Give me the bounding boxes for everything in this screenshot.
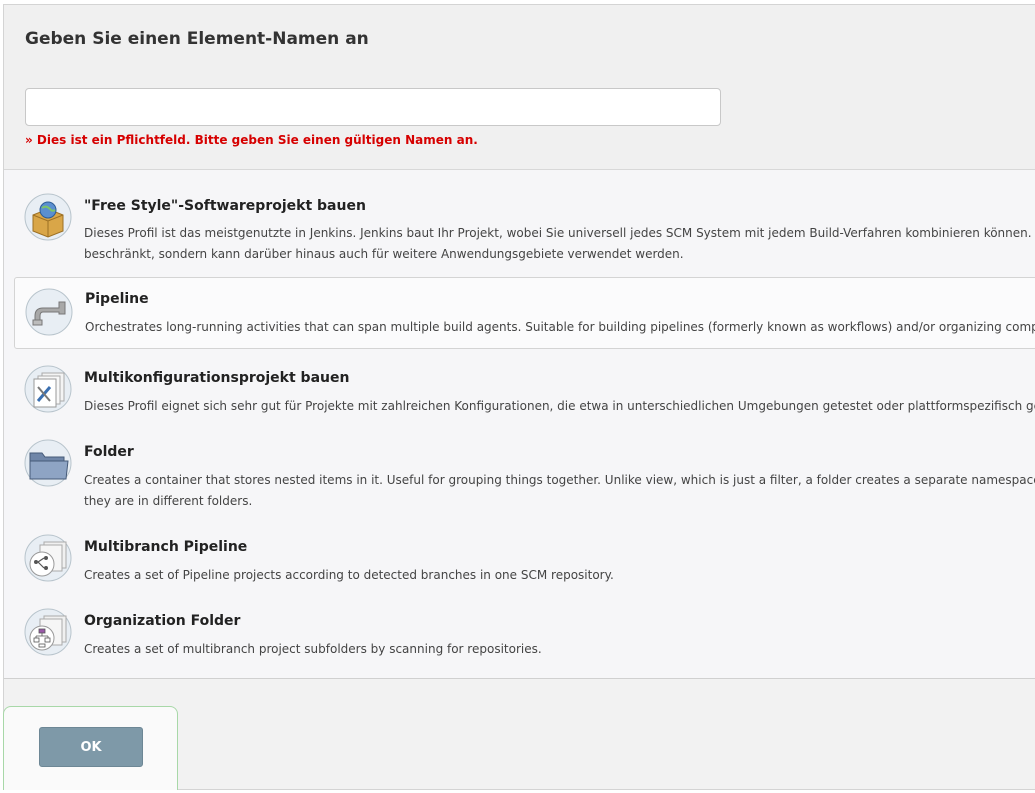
multibranch-pipeline-icon bbox=[24, 534, 72, 582]
item-description: Dieses Profil eignet sich sehr gut für P… bbox=[84, 399, 1035, 413]
item-type-multi-configuration[interactable]: Multikonfigurationsprojekt bauen Dieses … bbox=[14, 359, 1035, 425]
item-label: Folder bbox=[84, 444, 134, 460]
pipeline-icon bbox=[25, 288, 73, 336]
ok-button-container: OK bbox=[3, 706, 178, 790]
folder-icon bbox=[24, 439, 72, 487]
item-description: Orchestrates long-running activities tha… bbox=[85, 320, 1035, 334]
ok-button[interactable]: OK bbox=[39, 727, 143, 767]
item-label: Multikonfigurationsprojekt bauen bbox=[84, 370, 350, 386]
item-label: Organization Folder bbox=[84, 613, 241, 629]
item-description: they are in different folders. bbox=[84, 494, 253, 508]
item-label: Pipeline bbox=[85, 291, 149, 307]
item-description: Creates a set of multibranch project sub… bbox=[84, 642, 542, 656]
item-type-folder[interactable]: Folder Creates a container that stores n… bbox=[14, 433, 1035, 517]
freestyle-project-icon bbox=[24, 193, 72, 241]
organization-folder-icon bbox=[24, 608, 72, 656]
item-type-organization-folder[interactable]: Organization Folder Creates a set of mul… bbox=[14, 602, 1035, 668]
item-type-multibranch-pipeline[interactable]: Multibranch Pipeline Creates a set of Pi… bbox=[14, 528, 1035, 594]
item-description: Creates a set of Pipeline projects accor… bbox=[84, 568, 614, 582]
item-description: beschränkt, sondern kann darüber hinaus … bbox=[84, 247, 684, 261]
item-description: Dieses Profil ist das meistgenutzte in J… bbox=[84, 226, 1035, 240]
item-description: Creates a container that stores nested i… bbox=[84, 473, 1035, 487]
validation-error: » Dies ist ein Pflichtfeld. Bitte geben … bbox=[25, 133, 478, 147]
item-type-freestyle[interactable]: "Free Style"-Softwareprojekt bauen Diese… bbox=[14, 187, 1035, 267]
item-label: "Free Style"-Softwareprojekt bauen bbox=[84, 198, 366, 214]
item-type-pipeline[interactable]: Pipeline Orchestrates long-running activ… bbox=[14, 277, 1035, 349]
page-title: Geben Sie einen Element-Namen an bbox=[25, 29, 369, 49]
item-type-list: "Free Style"-Softwareprojekt bauen Diese… bbox=[4, 170, 1035, 679]
item-name-input[interactable] bbox=[25, 88, 721, 126]
item-name-section: Geben Sie einen Element-Namen an » Dies … bbox=[4, 5, 1035, 170]
item-label: Multibranch Pipeline bbox=[84, 539, 248, 555]
new-item-panel: Geben Sie einen Element-Namen an » Dies … bbox=[3, 4, 1035, 790]
multi-configuration-icon bbox=[24, 365, 72, 413]
